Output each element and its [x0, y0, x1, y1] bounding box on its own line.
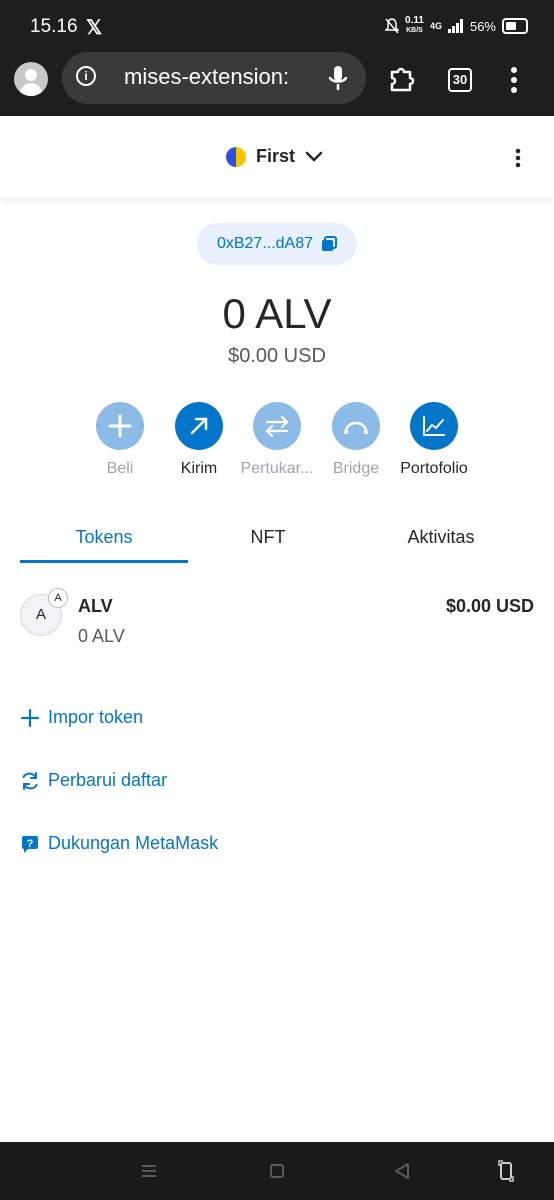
- import-token-link[interactable]: Impor token: [20, 707, 143, 728]
- bridge-circle[interactable]: [332, 402, 380, 450]
- status-bar: 15.16 𝕏 0.11 KB/S 4G 56%: [0, 0, 554, 56]
- swap-label: Pertukar...: [240, 460, 314, 477]
- token-fiat-value: $0.00 USD: [445, 596, 534, 616]
- token-amount: 0 ALV: [78, 626, 125, 646]
- plus-icon: [20, 708, 40, 727]
- portfolio-label: Portofolio: [400, 460, 468, 477]
- tab-tokens[interactable]: Tokens: [20, 522, 188, 563]
- network-name: First: [256, 146, 296, 166]
- tabs-count-button[interactable]: 30: [448, 68, 472, 92]
- refresh-icon: [22, 771, 38, 790]
- recent-apps-icon[interactable]: [141, 1164, 157, 1178]
- import-token-label: Impor token: [48, 707, 144, 727]
- profile-avatar[interactable]: [14, 62, 48, 96]
- tab-activity[interactable]: Aktivitas: [348, 522, 534, 560]
- tab-nft[interactable]: NFT: [188, 522, 348, 560]
- token-symbol: ALV: [78, 596, 113, 616]
- buy-label: Beli: [106, 460, 134, 477]
- info-icon[interactable]: i: [76, 66, 96, 86]
- bridge-button[interactable]: Bridge: [311, 402, 401, 478]
- plus-icon: [108, 414, 132, 438]
- swap-icon: [265, 415, 289, 437]
- network-type: 4G: [429, 21, 442, 31]
- support-chat-icon: ?: [22, 835, 38, 853]
- portfolio-circle[interactable]: [410, 402, 458, 450]
- network-badge: A: [48, 588, 68, 608]
- portfolio-button[interactable]: Portofolio: [389, 402, 479, 478]
- network-selector[interactable]: First: [226, 146, 323, 167]
- rotate-screen-icon[interactable]: [498, 1160, 514, 1182]
- bridge-icon: [343, 421, 369, 434]
- balance-usd: $0.00 USD: [228, 345, 326, 367]
- refresh-list-label: Perbarui daftar: [48, 770, 168, 790]
- network-logo-icon: [226, 146, 246, 167]
- status-icons: 0.11 KB/S 4G 56%: [385, 16, 528, 36]
- system-nav-bar: [0, 1142, 554, 1200]
- bridge-label: Bridge: [332, 460, 380, 477]
- support-label: Dukungan MetaMask: [48, 833, 219, 853]
- balance-amount: 0 ALV: [222, 290, 332, 337]
- token-list-item[interactable]: A A ALV 0 ALV $0.00 USD: [20, 588, 534, 658]
- account-options-icon[interactable]: [514, 148, 522, 168]
- extensions-icon[interactable]: [386, 62, 418, 94]
- url-text[interactable]: mises-extension:: [124, 64, 314, 90]
- mute-bell-icon: [385, 18, 400, 34]
- buy-button[interactable]: Beli: [75, 402, 165, 478]
- swap-circle[interactable]: [253, 402, 301, 450]
- chart-icon: [423, 416, 445, 436]
- svg-text:?: ?: [27, 838, 34, 850]
- app-header: First: [0, 116, 554, 198]
- account-address-button[interactable]: 0xB27...dA87: [197, 223, 357, 265]
- home-icon[interactable]: [270, 1164, 284, 1178]
- address-bar[interactable]: i mises-extension:: [62, 52, 366, 104]
- asset-tabs: Tokens NFT Aktivitas: [20, 522, 534, 563]
- buy-circle[interactable]: [96, 402, 144, 450]
- battery-percent: 56%: [469, 18, 496, 34]
- mic-icon[interactable]: [326, 64, 350, 92]
- chevron-down-icon: [305, 151, 323, 162]
- battery-icon: [502, 18, 528, 34]
- back-icon[interactable]: [394, 1162, 410, 1180]
- signal-icon: [447, 19, 463, 33]
- swap-button[interactable]: Pertukar...: [232, 402, 322, 478]
- browser-toolbar: i mises-extension: 30: [0, 52, 554, 116]
- send-button[interactable]: Kirim: [154, 402, 244, 478]
- support-link[interactable]: ? Dukungan MetaMask: [20, 833, 218, 854]
- account-address: 0xB27...dA87: [216, 235, 314, 252]
- x-app-icon: 𝕏: [86, 17, 103, 39]
- send-circle[interactable]: [175, 402, 223, 450]
- browser-menu-icon[interactable]: [510, 66, 518, 94]
- network-speed: 0.11 KB/S: [405, 15, 424, 35]
- status-time: 15.16: [30, 16, 78, 37]
- arrow-up-right-icon: [190, 417, 208, 435]
- refresh-list-link[interactable]: Perbarui daftar: [20, 770, 167, 791]
- copy-icon: [322, 236, 338, 251]
- send-label: Kirim: [180, 460, 218, 477]
